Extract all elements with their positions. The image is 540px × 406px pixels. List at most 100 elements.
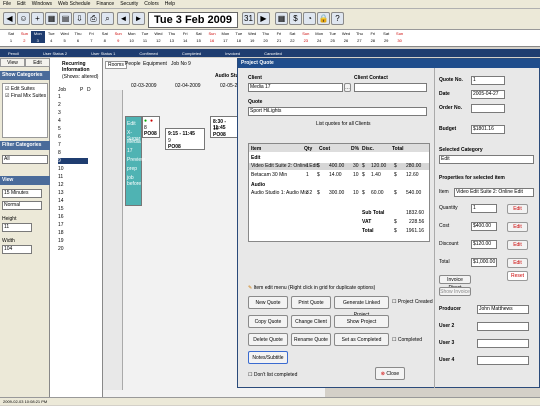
calendar-day[interactable]: Fri 21: [272, 31, 286, 43]
menu-item-6[interactable]: Colors: [144, 1, 158, 7]
client-more-button[interactable]: …: [344, 83, 351, 92]
recurring-row[interactable]: 5: [58, 126, 61, 132]
project-created-checkbox[interactable]: ☐ Project Created: [392, 299, 433, 305]
calendar-day[interactable]: Sat 22: [285, 31, 299, 43]
calendar-day[interactable]: Sat 15: [192, 31, 206, 43]
menu-item-7[interactable]: Help: [165, 1, 175, 7]
filter-select[interactable]: All: [2, 155, 48, 164]
event-9[interactable]: 9:15 - 11:45 9 PO08: [165, 128, 205, 150]
prev-day-icon[interactable]: ◄: [117, 12, 130, 25]
rename-quote-button[interactable]: Rename Quote: [291, 333, 331, 346]
set-completed-button[interactable]: Set as Completed: [334, 333, 389, 346]
recurring-row[interactable]: 15: [58, 206, 64, 212]
height-input[interactable]: 11: [2, 223, 32, 232]
calendar-day[interactable]: Tue 25: [326, 31, 340, 43]
cost-edit-button[interactable]: Edit: [507, 222, 528, 232]
calendar-day[interactable]: Sun 30: [393, 31, 407, 43]
selected-category-input[interactable]: Edit: [439, 155, 534, 164]
tab-equipment[interactable]: Equipment: [143, 61, 167, 67]
calendar-day[interactable]: Mon 3: [30, 31, 45, 43]
delete-quote-button[interactable]: Delete Quote: [248, 333, 288, 346]
calendar-day[interactable]: Sat 1: [4, 31, 18, 43]
event-cyan[interactable]: Edit X-Sugar Media 17 Preview prep job before: [125, 116, 145, 206]
menu-item-0[interactable]: File: [3, 1, 11, 7]
document-icon[interactable]: ▤: [59, 12, 72, 25]
order-no-input[interactable]: [471, 104, 505, 113]
add-user-icon[interactable]: +: [31, 12, 44, 25]
new-quote-button[interactable]: New Quote: [248, 296, 288, 309]
menu-item-2[interactable]: Windows: [32, 1, 52, 7]
show-invoice-button[interactable]: Show Invoice: [439, 287, 471, 296]
recurring-row[interactable]: 16: [58, 214, 64, 220]
reset-button[interactable]: Reset: [507, 271, 528, 281]
help-icon[interactable]: ?: [331, 12, 344, 25]
recurring-row[interactable]: 11: [58, 174, 63, 180]
interval-select[interactable]: 15 Minutes: [2, 189, 42, 198]
recurring-row[interactable]: 19: [58, 238, 64, 244]
calendar-day[interactable]: Mon 10: [125, 31, 139, 43]
quantity-input[interactable]: 1: [471, 204, 497, 213]
export-icon[interactable]: ⇩: [73, 12, 86, 25]
date-input[interactable]: 2005-04-27: [471, 90, 505, 99]
calendar-icon[interactable]: ▦: [45, 12, 58, 25]
go-icon[interactable]: ▶: [257, 12, 270, 25]
generate-linked-button[interactable]: Generate Linked Project: [334, 296, 389, 318]
calendar-day[interactable]: Sun 23: [299, 31, 313, 43]
change-client-button[interactable]: Change Client: [291, 315, 331, 328]
recurring-row[interactable]: 7: [58, 142, 61, 148]
list-quotes-link[interactable]: List quotes for all Clients: [316, 121, 370, 127]
item-input[interactable]: Video Edit Suite 2: Online Edit: [454, 188, 534, 197]
nav-back-icon[interactable]: ◀: [3, 12, 16, 25]
show-project-button[interactable]: Show Project: [334, 315, 389, 328]
category-final-mix[interactable]: ☑ Final Mix Suites: [5, 93, 46, 99]
calendar-day[interactable]: Tue 4: [44, 31, 58, 43]
calendar-day[interactable]: Wed 5: [58, 31, 72, 43]
tab-people[interactable]: People: [125, 61, 141, 67]
calendar-day[interactable]: Fri 28: [366, 31, 380, 43]
calendar-day[interactable]: Wed 19: [245, 31, 259, 43]
calendar-day[interactable]: Fri 7: [84, 31, 98, 43]
calendar-day[interactable]: Sun 2: [17, 31, 31, 43]
next-day-icon[interactable]: ►: [132, 12, 145, 25]
menu-item-5[interactable]: Security: [120, 1, 138, 7]
calendar-day[interactable]: Tue 11: [138, 31, 152, 43]
recurring-row[interactable]: 12: [58, 182, 64, 188]
calendar-day[interactable]: Mon 17: [218, 31, 232, 43]
users-icon[interactable]: ☺: [17, 12, 30, 25]
calendar-31-icon[interactable]: 31: [242, 12, 255, 25]
recurring-row[interactable]: 20: [58, 246, 64, 252]
calendar-day[interactable]: Tue 18: [232, 31, 246, 43]
producer-input[interactable]: John Matthews: [477, 305, 529, 314]
table-row[interactable]: Audio Studio 1: Audio Mix 2 3 $300.00 10 $60…: [249, 190, 429, 197]
print-icon[interactable]: ⎙: [87, 12, 100, 25]
recurring-row[interactable]: 17: [58, 222, 64, 228]
recurring-row[interactable]: 3: [58, 110, 61, 116]
current-date[interactable]: Tue 3 Feb 2009: [148, 12, 238, 28]
quote-no-input[interactable]: 1: [471, 76, 505, 85]
user3-input[interactable]: [477, 339, 529, 348]
dont-list-checkbox[interactable]: ☐ Don't list completed: [248, 372, 297, 378]
discount-input[interactable]: $120.00: [471, 240, 497, 249]
recurring-row[interactable]: 2: [58, 102, 61, 108]
recurring-row[interactable]: 4: [58, 118, 61, 124]
calendar-day[interactable]: Fri 14: [178, 31, 192, 43]
recurring-row[interactable]: 1: [58, 94, 61, 100]
menu-item-3[interactable]: Web Schedule: [58, 1, 90, 7]
user4-input[interactable]: [477, 356, 529, 365]
cost-input[interactable]: $400.00: [471, 222, 497, 231]
event-10[interactable]: 8:30 - 11:45 10 PO08: [210, 116, 238, 138]
calendar-day[interactable]: Sun 9: [111, 31, 125, 43]
total-edit-button[interactable]: Edit: [507, 258, 528, 268]
calendar-day[interactable]: Sat 29: [379, 31, 393, 43]
discount-edit-button[interactable]: Edit: [507, 240, 528, 250]
event-8[interactable]: 8 PO08 ● ●: [142, 116, 160, 138]
calendar-day[interactable]: Sat 8: [98, 31, 112, 43]
recurring-row[interactable]: 8: [58, 150, 61, 156]
contact-select[interactable]: [354, 83, 427, 92]
calendar-day[interactable]: Thu 13: [165, 31, 179, 43]
copy-quote-button[interactable]: Copy Quote: [248, 315, 288, 328]
job-no-value[interactable]: 9: [188, 61, 191, 67]
print-quote-button[interactable]: Print Quote: [291, 296, 331, 309]
completed-checkbox[interactable]: ☐ Completed: [392, 337, 422, 343]
calendar-day[interactable]: Wed 26: [339, 31, 353, 43]
